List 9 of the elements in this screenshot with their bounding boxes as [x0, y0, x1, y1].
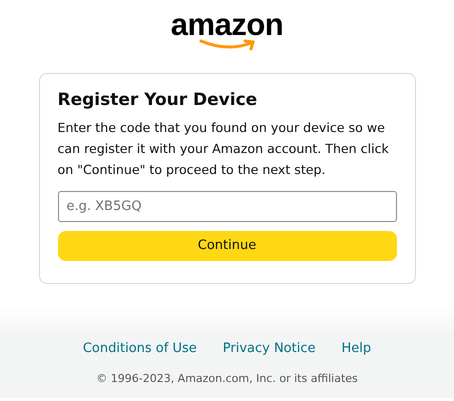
logo-text: amazon: [170, 10, 284, 40]
card-title: Register Your Device: [58, 89, 258, 112]
footer-link[interactable]: Help: [341, 339, 372, 358]
footer-link[interactable]: Privacy Notice: [222, 339, 316, 358]
continue-button[interactable]: Continue: [58, 231, 396, 261]
code-input-field[interactable]: e.g. XB5GQ: [58, 191, 396, 222]
description-text: Enter the code that you found on your device so we can register it with your Amazon account. Then click on "Continue" to proceed to the next step.: [58, 119, 390, 179]
footer-link[interactable]: Conditions of Use: [82, 339, 197, 358]
copyright-text: © 1996-2023, Amazon.com, Inc. or its affiliates: [96, 370, 358, 386]
